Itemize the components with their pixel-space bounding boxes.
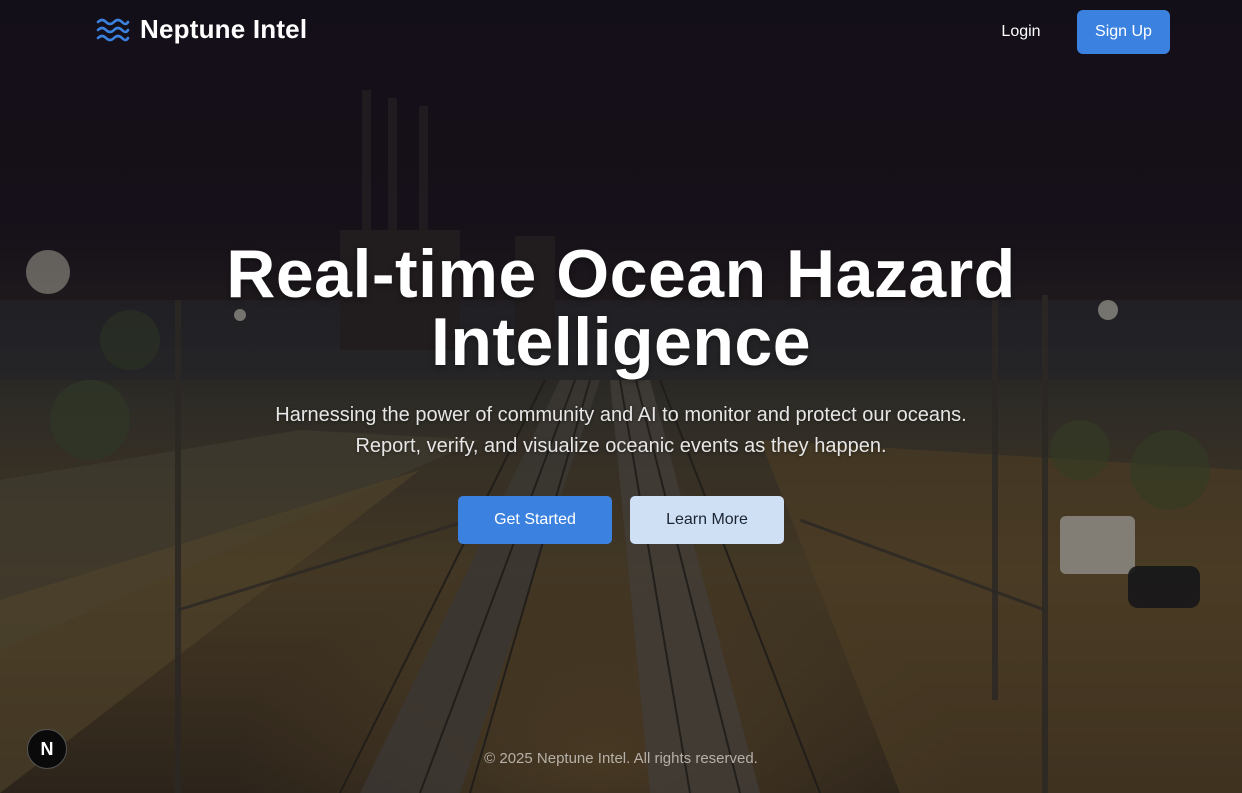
brand-logo[interactable]: Neptune Intel xyxy=(96,14,307,45)
brand-name: Neptune Intel xyxy=(140,14,308,44)
footer: © 2025 Neptune Intel. All rights reserve… xyxy=(0,750,1242,767)
waves-icon xyxy=(96,18,130,41)
hero-subtitle: Harnessing the power of community and AI… xyxy=(181,400,1061,462)
get-started-button[interactable]: Get Started xyxy=(458,496,612,544)
copyright-text: © 2025 Neptune Intel. All rights reserve… xyxy=(484,750,758,767)
hero-subtitle-line-1: Harnessing the power of community and AI… xyxy=(275,404,967,426)
hero-title: Real-time Ocean Hazard Intelligence xyxy=(226,236,1016,380)
signup-button[interactable]: Sign Up xyxy=(1077,10,1170,54)
hero-subtitle-line-2: Report, verify, and visualize oceanic ev… xyxy=(355,435,887,457)
nextjs-dev-badge[interactable]: N xyxy=(27,729,67,769)
landing-page: Neptune Intel Login Sign Up Real-time Oc… xyxy=(0,0,1242,793)
hero-section: Real-time Ocean Hazard Intelligence Harn… xyxy=(0,240,1242,544)
login-link[interactable]: Login xyxy=(984,12,1058,52)
hero-actions: Get Started Learn More xyxy=(0,496,1242,544)
top-nav: Neptune Intel Login Sign Up xyxy=(0,0,1242,64)
nextjs-icon: N xyxy=(40,738,54,759)
learn-more-button[interactable]: Learn More xyxy=(630,496,784,544)
